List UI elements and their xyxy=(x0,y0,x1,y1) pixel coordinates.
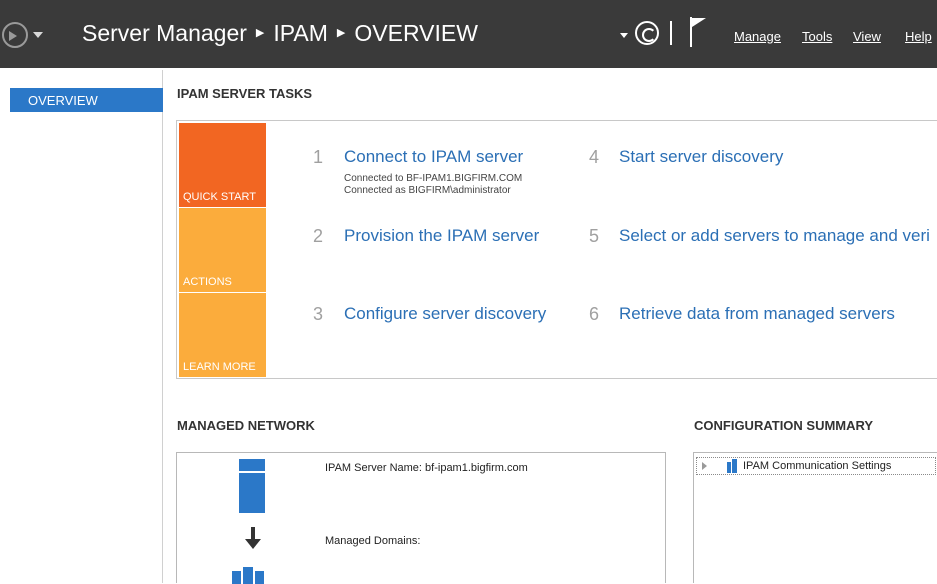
refresh-icon[interactable] xyxy=(635,21,659,45)
tile-quick-start[interactable]: QUICK START xyxy=(179,123,266,207)
step-number: 2 xyxy=(313,226,324,246)
expander-icon[interactable] xyxy=(702,462,707,470)
step-number: 5 xyxy=(589,226,600,246)
managed-network-panel: IPAM Server Name: bf-ipam1.bigfirm.com M… xyxy=(176,452,666,584)
breadcrumb-separator-icon: ▶ xyxy=(336,27,346,39)
step-number: 1 xyxy=(313,147,324,167)
section-title-server-tasks: IPAM SERVER TASKS xyxy=(177,86,313,101)
back-arrow-icon[interactable] xyxy=(2,22,28,48)
tile-label: ACTIONS xyxy=(183,276,232,288)
breadcrumb-server-manager[interactable]: Server Manager xyxy=(82,20,247,47)
server-tasks-panel: QUICK START ACTIONS LEARN MORE 1 Connect… xyxy=(176,120,937,379)
title-bar: Server Manager ▶ IPAM ▶ OVERVIEW Manage … xyxy=(0,0,937,68)
step-configure-discovery-link[interactable]: Configure server discovery xyxy=(344,304,546,324)
step-number: 4 xyxy=(589,147,600,167)
step-provision-link[interactable]: Provision the IPAM server xyxy=(344,226,539,246)
tree-item-label: IPAM Communication Settings xyxy=(743,460,892,472)
tile-actions[interactable]: ACTIONS xyxy=(179,208,266,292)
history-dropdown-icon[interactable] xyxy=(33,32,43,38)
breadcrumb-separator-icon: ▶ xyxy=(255,27,265,39)
flag-icon[interactable] xyxy=(690,17,710,47)
tree-item[interactable]: IPAM Communication Settings xyxy=(696,457,936,475)
managed-domains-label: Managed Domains: xyxy=(325,535,421,547)
sidebar-item-overview[interactable]: OVERVIEW xyxy=(10,88,163,112)
domain-icon xyxy=(232,567,264,584)
menu-view[interactable]: View xyxy=(853,29,881,44)
sidebar: OVERVIEW xyxy=(8,70,163,583)
server-icon xyxy=(239,459,265,513)
tile-learn-more[interactable]: LEARN MORE xyxy=(179,293,266,377)
configuration-summary-panel: IPAM Communication Settings xyxy=(693,452,937,583)
divider xyxy=(670,21,672,45)
refresh-dropdown-icon[interactable] xyxy=(620,33,628,38)
step-number: 3 xyxy=(313,304,324,324)
ipam-server-name: IPAM Server Name: bf-ipam1.bigfirm.com xyxy=(325,462,528,474)
step-detail: Connected as BIGFIRM\administrator xyxy=(344,185,511,196)
settings-icon xyxy=(727,459,737,473)
step-number: 6 xyxy=(589,304,600,324)
breadcrumb: Server Manager ▶ IPAM ▶ OVERVIEW xyxy=(82,20,478,47)
tile-label: QUICK START xyxy=(183,191,256,203)
section-title-configuration-summary: CONFIGURATION SUMMARY xyxy=(694,418,874,433)
menu-manage[interactable]: Manage xyxy=(734,29,781,44)
breadcrumb-ipam[interactable]: IPAM xyxy=(273,20,328,47)
tile-label: LEARN MORE xyxy=(183,361,256,373)
step-connect-link[interactable]: Connect to IPAM server xyxy=(344,147,523,167)
menu-help[interactable]: Help xyxy=(905,29,932,44)
down-arrow-icon xyxy=(245,527,261,551)
step-detail: Connected to BF-IPAM1.BIGFIRM.COM xyxy=(344,173,523,184)
section-title-managed-network: MANAGED NETWORK xyxy=(177,418,315,433)
menu-tools[interactable]: Tools xyxy=(802,29,832,44)
step-retrieve-data-link[interactable]: Retrieve data from managed servers xyxy=(619,304,895,324)
step-select-servers-link[interactable]: Select or add servers to manage and veri xyxy=(619,226,930,246)
step-start-discovery-link[interactable]: Start server discovery xyxy=(619,147,783,167)
breadcrumb-overview: OVERVIEW xyxy=(354,20,478,46)
